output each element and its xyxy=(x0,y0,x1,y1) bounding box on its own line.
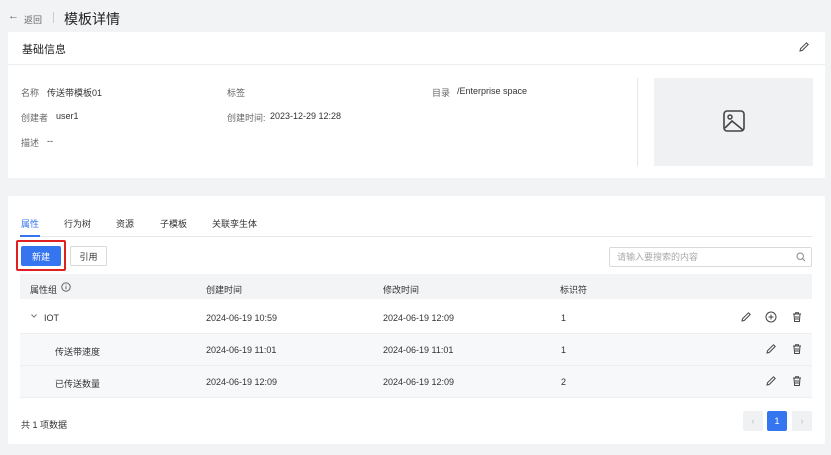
description-label: 描述 xyxy=(21,138,40,148)
modified-time: 2024-06-19 12:09 xyxy=(383,313,455,323)
tag-label: 标签 xyxy=(227,88,246,98)
pencil-icon[interactable] xyxy=(765,343,777,357)
edit-info-pencil-icon[interactable] xyxy=(798,41,810,55)
tab-related-twins[interactable]: 关联孪生体 xyxy=(212,217,257,230)
total-count: 共 1 项数据 xyxy=(21,420,68,430)
description-value: -- xyxy=(47,136,53,146)
search-icon[interactable] xyxy=(796,252,806,264)
property-name: 传送带速度 xyxy=(55,347,101,357)
page-title: 模板详情 xyxy=(64,11,120,27)
card-divider xyxy=(8,64,825,65)
modified-time: 2024-06-19 11:01 xyxy=(383,345,454,355)
property-name: 已传送数量 xyxy=(55,379,101,389)
tab-properties[interactable]: 属性 xyxy=(21,217,39,230)
trash-icon[interactable] xyxy=(791,311,803,325)
info-vertical-divider xyxy=(637,78,638,166)
creator-value: user1 xyxy=(56,111,79,121)
pencil-icon[interactable] xyxy=(765,375,777,389)
identifier: 2 xyxy=(561,377,567,387)
next-page-button[interactable]: › xyxy=(792,411,812,431)
created-time-label: 创建时间: xyxy=(227,113,266,123)
search-input[interactable] xyxy=(610,248,790,266)
created-time: 2024-06-19 12:09 xyxy=(206,377,278,387)
prev-page-button[interactable]: ‹ xyxy=(743,411,763,431)
search-box xyxy=(609,247,812,267)
plus-circle-icon[interactable] xyxy=(765,311,777,325)
created-time: 2024-06-19 11:01 xyxy=(206,345,277,355)
identifier: 1 xyxy=(561,313,567,323)
basic-info-title: 基础信息 xyxy=(22,44,66,56)
identifier: 1 xyxy=(561,345,567,355)
column-header-identifier: 标识符 xyxy=(560,285,588,295)
modified-time: 2024-06-19 12:09 xyxy=(383,377,455,387)
tab-resources[interactable]: 资源 xyxy=(116,217,134,230)
directory-label: 目录 xyxy=(432,88,451,98)
tab-behavior-tree[interactable]: 行为树 xyxy=(64,217,91,230)
trash-icon[interactable] xyxy=(791,343,803,357)
page-number-button[interactable]: 1 xyxy=(767,411,787,431)
created-time-value: 2023-12-29 12:28 xyxy=(270,111,342,121)
back-arrow-icon[interactable]: ← xyxy=(8,10,19,22)
header-divider xyxy=(53,12,54,23)
column-header-created: 创建时间 xyxy=(206,285,243,295)
reference-button[interactable]: 引用 xyxy=(70,246,107,266)
directory-value: /Enterprise space xyxy=(457,86,528,96)
created-time: 2024-06-19 10:59 xyxy=(206,313,278,323)
name-value: 传送带模板01 xyxy=(47,88,103,98)
column-header-property-group: 属性组 xyxy=(30,285,58,295)
back-link[interactable]: 返回 xyxy=(24,13,42,26)
tab-sub-templates[interactable]: 子模板 xyxy=(160,217,187,230)
group-name: IOT xyxy=(44,313,59,323)
column-header-modified: 修改时间 xyxy=(383,285,420,295)
trash-icon[interactable] xyxy=(791,375,803,389)
name-label: 名称 xyxy=(21,88,40,98)
image-placeholder-icon xyxy=(722,109,746,135)
active-tab-indicator xyxy=(20,235,40,237)
info-circle-icon[interactable] xyxy=(61,282,71,294)
new-button[interactable]: 新建 xyxy=(21,246,61,266)
chevron-down-icon[interactable] xyxy=(30,312,38,322)
tabs-baseline xyxy=(20,236,812,237)
creator-label: 创建者 xyxy=(21,113,49,123)
pencil-icon[interactable] xyxy=(740,311,752,325)
template-image-placeholder xyxy=(654,78,813,166)
